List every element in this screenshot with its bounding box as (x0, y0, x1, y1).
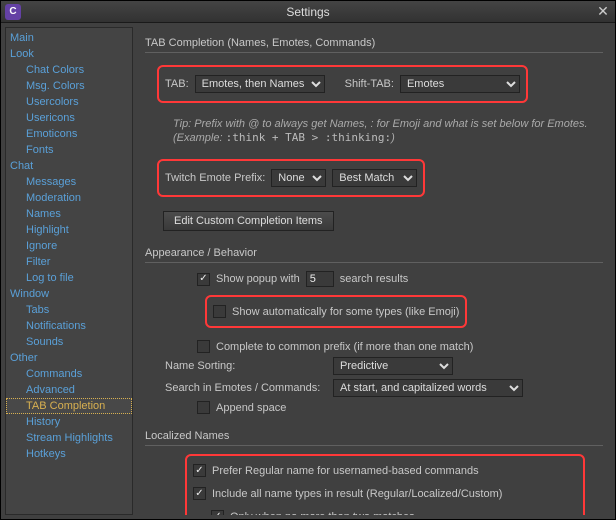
label-loc1: Prefer Regular name for usernamed-based … (212, 465, 479, 477)
label-shift-tab: Shift-TAB: (345, 78, 394, 90)
titlebar: C Settings ✕ (1, 1, 615, 23)
sidebar-item-sounds[interactable]: Sounds (6, 334, 132, 350)
sidebar-item-commands[interactable]: Commands (6, 366, 132, 382)
content-pane: TAB Completion (Names, Emotes, Commands)… (137, 27, 611, 515)
row-popup: Show popup with search results (197, 271, 603, 287)
label-popup-a: Show popup with (216, 273, 300, 285)
label-sort: Name Sorting: (165, 360, 325, 372)
sidebar-item-usericons[interactable]: Usericons (6, 110, 132, 126)
select-search[interactable]: At start, and capitalized words (333, 379, 523, 397)
sidebar-item-tabs[interactable]: Tabs (6, 302, 132, 318)
row-loc2: Include all name types in result (Regula… (193, 487, 577, 500)
select-shift-tab[interactable]: Emotes (400, 75, 520, 93)
row-tab-selects: TAB: Emotes, then Names Shift-TAB: Emote… (165, 75, 520, 93)
sidebar-item-names[interactable]: Names (6, 206, 132, 222)
row-loc1: Prefer Regular name for usernamed-based … (193, 464, 577, 477)
window-title: Settings (1, 5, 615, 19)
checkbox-auto[interactable] (213, 305, 226, 318)
sidebar-item-look[interactable]: Look (6, 46, 132, 62)
label-append: Append space (216, 402, 286, 414)
row-prefix: Twitch Emote Prefix: None Best Match (165, 169, 417, 187)
sidebar-item-log-to-file[interactable]: Log to file (6, 270, 132, 286)
sidebar-item-messages[interactable]: Messages (6, 174, 132, 190)
settings-window: C Settings ✕ MainLookChat ColorsMsg. Col… (0, 0, 616, 520)
row-sort: Name Sorting: Predictive (165, 357, 603, 375)
row-common: Complete to common prefix (if more than … (197, 340, 603, 353)
label-common: Complete to common prefix (if more than … (216, 341, 473, 353)
edit-completion-button[interactable]: Edit Custom Completion Items (163, 211, 334, 231)
sidebar-item-highlight[interactable]: Highlight (6, 222, 132, 238)
sidebar-item-msg-colors[interactable]: Msg. Colors (6, 78, 132, 94)
select-prefix-mode[interactable]: Best Match (332, 169, 417, 187)
select-tab[interactable]: Emotes, then Names (195, 75, 325, 93)
sidebar: MainLookChat ColorsMsg. ColorsUsercolors… (5, 27, 133, 515)
app-icon: C (5, 4, 21, 20)
row-search: Search in Emotes / Commands: At start, a… (165, 379, 603, 397)
section-title-tab: TAB Completion (Names, Emotes, Commands) (145, 35, 603, 53)
sidebar-item-moderation[interactable]: Moderation (6, 190, 132, 206)
sidebar-item-tab-completion[interactable]: TAB Completion (6, 398, 132, 414)
checkbox-append[interactable] (197, 401, 210, 414)
section-title-appearance: Appearance / Behavior (145, 245, 603, 263)
label-loc3: Only when no more than two matches (230, 511, 415, 516)
sidebar-item-emoticons[interactable]: Emoticons (6, 126, 132, 142)
row-append: Append space (197, 401, 603, 414)
sidebar-item-chat[interactable]: Chat (6, 158, 132, 174)
select-sort[interactable]: Predictive (333, 357, 453, 375)
sidebar-item-notifications[interactable]: Notifications (6, 318, 132, 334)
sidebar-item-usercolors[interactable]: Usercolors (6, 94, 132, 110)
checkbox-show-popup[interactable] (197, 273, 210, 286)
sidebar-item-stream-highlights[interactable]: Stream Highlights (6, 430, 132, 446)
sidebar-item-other[interactable]: Other (6, 350, 132, 366)
checkbox-loc1[interactable] (193, 464, 206, 477)
sidebar-item-history[interactable]: History (6, 414, 132, 430)
input-popup-count[interactable] (306, 271, 334, 287)
row-loc3: Only when no more than two matches (211, 510, 577, 515)
sidebar-item-hotkeys[interactable]: Hotkeys (6, 446, 132, 462)
checkbox-loc3[interactable] (211, 510, 224, 515)
sidebar-item-filter[interactable]: Filter (6, 254, 132, 270)
section-title-localized: Localized Names (145, 428, 603, 446)
tip-text: Tip: Prefix with @ to always get Names, … (173, 117, 603, 145)
label-loc2: Include all name types in result (Regula… (212, 488, 502, 500)
sidebar-item-ignore[interactable]: Ignore (6, 238, 132, 254)
row-auto: Show automatically for some types (like … (213, 305, 459, 318)
label-tab: TAB: (165, 78, 189, 90)
sidebar-item-fonts[interactable]: Fonts (6, 142, 132, 158)
checkbox-loc2[interactable] (193, 487, 206, 500)
sidebar-item-main[interactable]: Main (6, 30, 132, 46)
label-prefix: Twitch Emote Prefix: (165, 172, 265, 184)
label-popup-b: search results (340, 273, 408, 285)
checkbox-common[interactable] (197, 340, 210, 353)
close-icon[interactable]: ✕ (595, 4, 611, 20)
sidebar-item-advanced[interactable]: Advanced (6, 382, 132, 398)
sidebar-item-window[interactable]: Window (6, 286, 132, 302)
label-auto: Show automatically for some types (like … (232, 306, 459, 318)
sidebar-item-chat-colors[interactable]: Chat Colors (6, 62, 132, 78)
select-prefix[interactable]: None (271, 169, 326, 187)
label-search: Search in Emotes / Commands: (165, 382, 325, 394)
